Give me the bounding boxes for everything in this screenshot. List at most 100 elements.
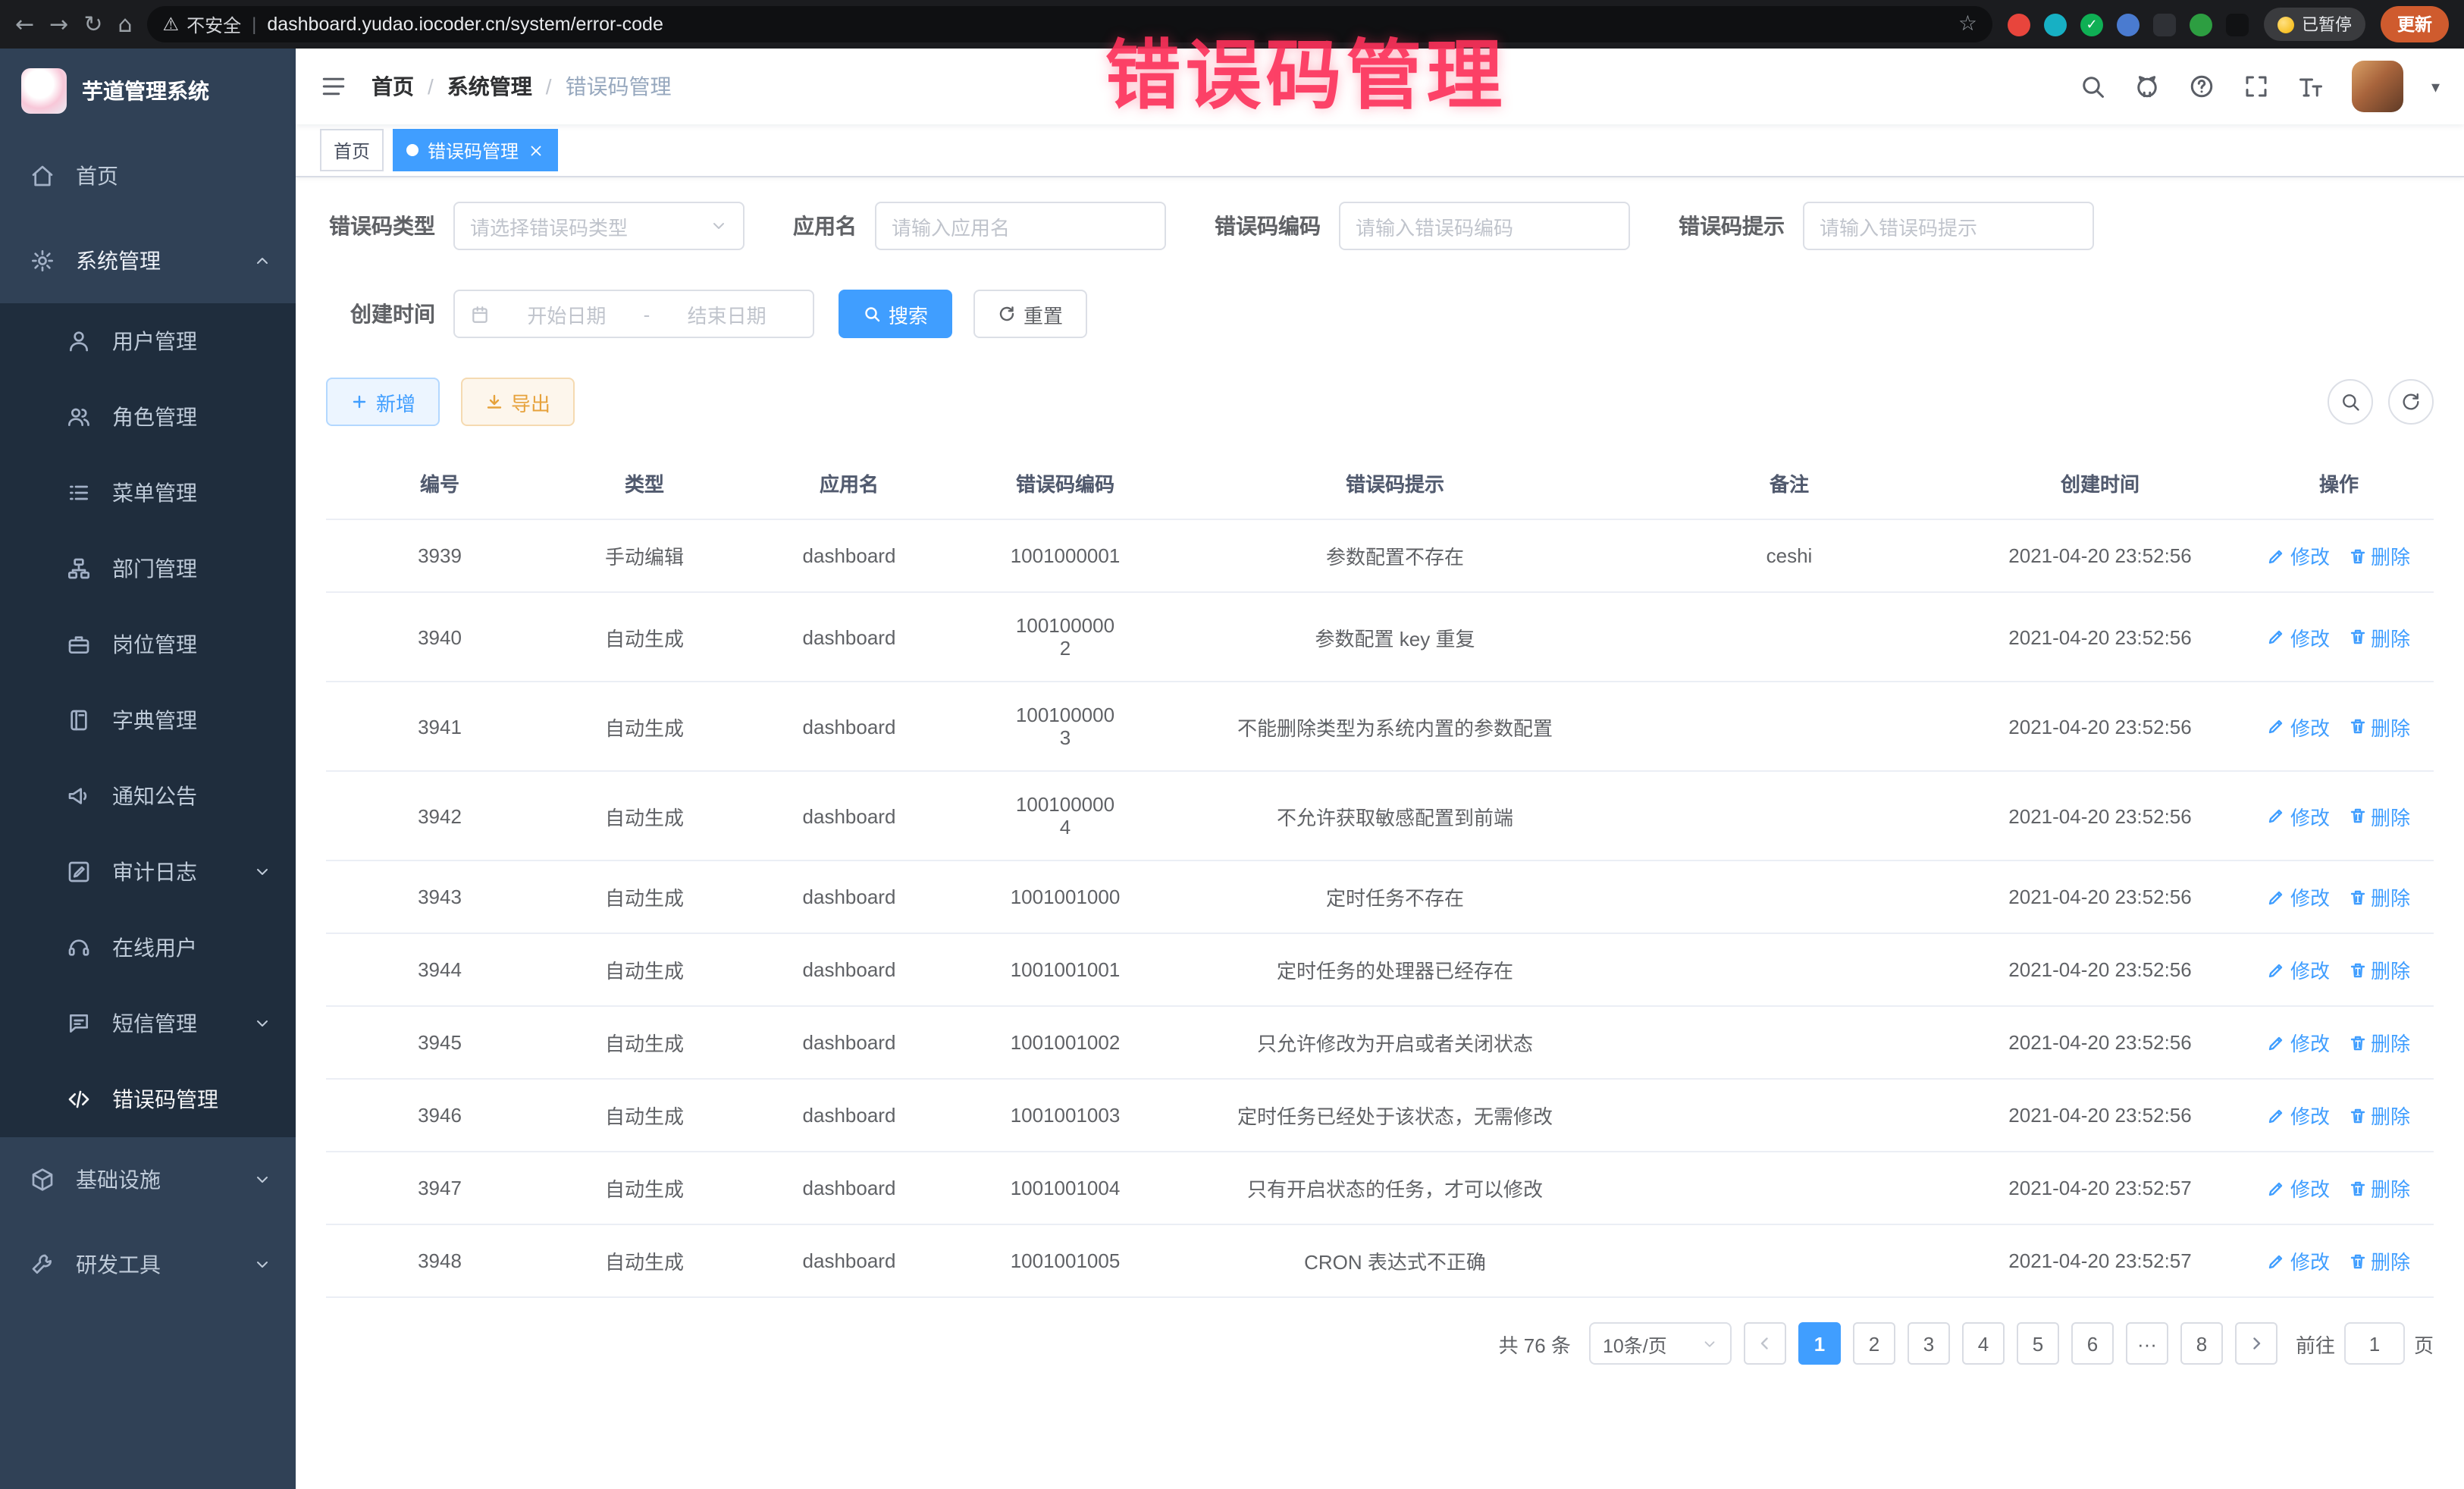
tab-error-code[interactable]: 错误码管理 [393, 129, 558, 171]
delete-link[interactable]: 删除 [2348, 955, 2410, 984]
page-ellipsis[interactable]: ··· [2126, 1322, 2168, 1365]
page-button-2[interactable]: 2 [1853, 1322, 1895, 1365]
fullscreen-icon[interactable] [2243, 73, 2271, 100]
edit-link[interactable]: 修改 [2268, 1028, 2330, 1057]
font-size-icon[interactable] [2298, 73, 2325, 100]
cell-created: 2021-04-20 23:52:56 [1956, 519, 2244, 592]
back-icon[interactable]: ← [15, 13, 34, 36]
avatar-caret-icon[interactable]: ▾ [2431, 77, 2440, 96]
refresh-table-button[interactable] [2388, 379, 2434, 425]
delete-link[interactable]: 删除 [2348, 801, 2410, 830]
edit-icon [2268, 888, 2286, 906]
sidebar-item-8[interactable]: 通知公告 [0, 758, 296, 834]
error-type-select[interactable]: 请选择错误码类型 [453, 202, 745, 250]
page-button-6[interactable]: 6 [2071, 1322, 2114, 1365]
sidebar-item-13[interactable]: 基础设施 [0, 1137, 296, 1222]
prev-page-button[interactable] [1744, 1322, 1786, 1365]
sidebar-item-0[interactable]: 首页 [0, 133, 296, 218]
page-button-3[interactable]: 3 [1908, 1322, 1950, 1365]
cell-message: 定时任务的处理器已经存在 [1168, 933, 1622, 1006]
edit-link[interactable]: 修改 [2268, 541, 2330, 570]
extension-green-check-icon[interactable]: ✓ [2080, 13, 2103, 36]
sidebar-item-6[interactable]: 岗位管理 [0, 607, 296, 682]
delete-link[interactable]: 删除 [2348, 622, 2410, 651]
sidebar-item-10[interactable]: 在线用户 [0, 910, 296, 986]
table-row: 3940自动生成dashboard100100000 2参数配置 key 重复2… [326, 592, 2434, 682]
toggle-search-button[interactable] [2328, 379, 2373, 425]
sidebar-item-2[interactable]: 用户管理 [0, 303, 296, 379]
audit-icon [67, 860, 91, 884]
extension-teal-icon[interactable] [2044, 13, 2067, 36]
page-button-1[interactable]: 1 [1798, 1322, 1841, 1365]
breadcrumb-home[interactable]: 首页 [371, 71, 414, 102]
reset-button[interactable]: 重置 [973, 290, 1087, 338]
next-page-button[interactable] [2235, 1322, 2277, 1365]
help-icon[interactable] [2189, 73, 2216, 100]
page-button-5[interactable]: 5 [2017, 1322, 2059, 1365]
sidebar-item-14[interactable]: 研发工具 [0, 1222, 296, 1307]
page-button-8[interactable]: 8 [2180, 1322, 2223, 1365]
goto-page-input[interactable]: 1 [2344, 1322, 2405, 1365]
page-size-select[interactable]: 10条/页 [1589, 1322, 1732, 1365]
edit-link[interactable]: 修改 [2268, 1174, 2330, 1202]
hamburger-icon[interactable] [320, 73, 347, 100]
tab-home[interactable]: 首页 [320, 129, 384, 171]
edit-link[interactable]: 修改 [2268, 882, 2330, 911]
cell-id: 3942 [326, 771, 553, 860]
update-button[interactable]: 更新 [2381, 6, 2449, 42]
reload-icon[interactable]: ↻ [83, 13, 102, 36]
delete-link[interactable]: 删除 [2348, 1028, 2410, 1057]
date-range-picker[interactable]: 开始日期 - 结束日期 [453, 290, 814, 338]
edit-link[interactable]: 修改 [2268, 1246, 2330, 1275]
search-button[interactable]: 搜索 [839, 290, 952, 338]
error-message-input[interactable]: 请输入错误码提示 [1803, 202, 2094, 250]
export-button[interactable]: 导出 [461, 378, 575, 426]
app-name-input[interactable]: 请输入应用名 [875, 202, 1166, 250]
edit-link[interactable]: 修改 [2268, 622, 2330, 651]
paused-badge[interactable]: 已暂停 [2264, 8, 2365, 41]
extension-red-icon[interactable] [2008, 13, 2030, 36]
user-avatar[interactable] [2353, 61, 2404, 112]
sidebar-item-7[interactable]: 字典管理 [0, 682, 296, 758]
url-text[interactable]: dashboard.yudao.iocoder.cn/system/error-… [267, 14, 1948, 35]
delete-link[interactable]: 删除 [2348, 541, 2410, 570]
delete-link[interactable]: 删除 [2348, 882, 2410, 911]
extension-leaf-icon[interactable] [2190, 13, 2212, 36]
edit-link[interactable]: 修改 [2268, 955, 2330, 984]
sidebar-item-1[interactable]: 系统管理 [0, 218, 296, 303]
delete-link[interactable]: 删除 [2348, 1246, 2410, 1275]
cell-remark [1622, 592, 1956, 682]
sidebar-item-9[interactable]: 审计日志 [0, 834, 296, 910]
sidebar-logo[interactable]: 芋道管理系统 [0, 49, 296, 133]
edit-link[interactable]: 修改 [2268, 712, 2330, 741]
reset-label: 重置 [1024, 299, 1063, 328]
bookmark-star-icon[interactable]: ☆ [1958, 12, 1977, 36]
sidebar-item-3[interactable]: 角色管理 [0, 379, 296, 455]
sidebar-item-11[interactable]: 短信管理 [0, 986, 296, 1061]
security-label: 不安全 [187, 11, 241, 37]
sidebar-item-5[interactable]: 部门管理 [0, 531, 296, 607]
security-chip[interactable]: ⚠ 不安全 [163, 11, 242, 37]
tab-close-icon[interactable] [528, 142, 544, 158]
error-code-input[interactable]: 请输入错误码编码 [1339, 202, 1630, 250]
github-icon[interactable] [2134, 73, 2161, 100]
extension-blue-icon[interactable] [2117, 13, 2140, 36]
address-bar[interactable]: ⚠ 不安全 | dashboard.yudao.iocoder.cn/syste… [148, 6, 1992, 42]
sidebar-item-4[interactable]: 菜单管理 [0, 455, 296, 531]
delete-link[interactable]: 删除 [2348, 712, 2410, 741]
extension-dark-icon[interactable] [2153, 13, 2176, 36]
forward-icon[interactable]: → [49, 13, 68, 36]
edit-label: 修改 [2290, 1174, 2330, 1202]
search-icon[interactable] [2080, 73, 2107, 100]
edit-link[interactable]: 修改 [2268, 801, 2330, 830]
delete-link[interactable]: 删除 [2348, 1174, 2410, 1202]
cell-created: 2021-04-20 23:52:56 [1956, 592, 2244, 682]
add-button[interactable]: 新增 [326, 378, 440, 426]
page-button-4[interactable]: 4 [1962, 1322, 2005, 1365]
extension-pin-icon[interactable] [2226, 13, 2249, 36]
sidebar-item-12[interactable]: 错误码管理 [0, 1061, 296, 1137]
edit-link[interactable]: 修改 [2268, 1101, 2330, 1130]
home-chrome-icon[interactable]: ⌂ [118, 13, 132, 36]
delete-link[interactable]: 删除 [2348, 1101, 2410, 1130]
breadcrumb-system[interactable]: 系统管理 [447, 71, 532, 102]
